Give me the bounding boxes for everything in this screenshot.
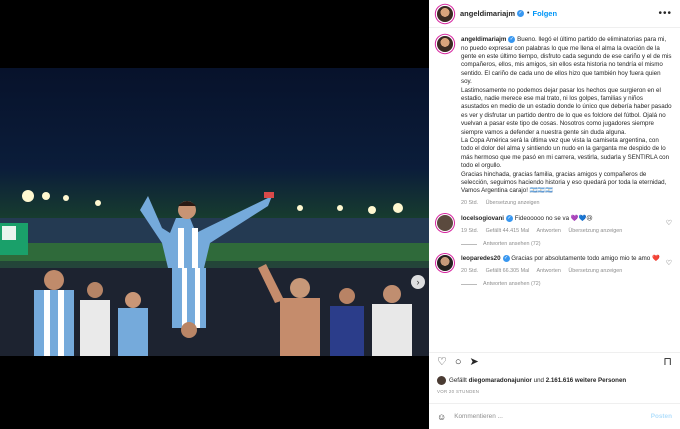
- post-photo[interactable]: ›: [0, 68, 429, 356]
- verified-icon: ✓: [508, 36, 516, 43]
- view-replies-button[interactable]: Antworten ansehen (72): [461, 281, 672, 287]
- caption-avatar[interactable]: [437, 36, 453, 52]
- caption-text-1: Bueno. llegó el último partido de elimin…: [461, 36, 672, 86]
- comment-translate-link[interactable]: Übersetzung anzeigen: [568, 228, 622, 234]
- separator-dot: •: [527, 10, 530, 17]
- comment-item: locelsogiovani ✓ Fideooooo no se va 💜💙😢 1…: [437, 215, 672, 235]
- caption-body: angeldimariajm ✓ Bueno. llegó el último p…: [461, 36, 672, 207]
- caption-text-4: Gracias hinchada, gracias familia, graci…: [461, 170, 667, 195]
- liker-username[interactable]: diegomaradonajunior: [469, 377, 532, 384]
- likes-others-link[interactable]: 2.161.616 weitere Personen: [546, 377, 627, 384]
- reply-button[interactable]: Antworten: [537, 268, 561, 274]
- commenter-username[interactable]: locelsogiovani: [461, 215, 504, 222]
- liker-avatar[interactable]: [437, 376, 446, 385]
- view-replies-label: Antworten ansehen (72): [483, 241, 541, 248]
- verified-icon: ✓: [502, 255, 510, 263]
- comments-scroll[interactable]: angeldimariajm ✓ Bueno. llegó el último p…: [429, 28, 680, 352]
- share-icon[interactable]: ➤: [470, 357, 479, 368]
- post-header: angeldimariajm ✓ • Folgen •••: [429, 0, 680, 28]
- comment-text: Gracias por absolutamente todo amigo mio…: [511, 255, 660, 263]
- caption-text-2: Lastimosamente no podemos dejar pasar lo…: [461, 86, 672, 136]
- next-image-button[interactable]: ›: [411, 275, 425, 289]
- follow-button[interactable]: Folgen: [532, 9, 557, 18]
- caption-time: 20 Std.: [461, 199, 479, 206]
- comment-heart-icon[interactable]: ♡: [664, 219, 672, 235]
- comment-meta: 20 Std. Gefällt 66.305 Mal Antworten Übe…: [461, 267, 664, 275]
- view-replies-label: Antworten ansehen (72): [483, 281, 541, 288]
- instagram-post-modal: › angeldimariajm ✓ • Folgen ••• angeldim…: [0, 0, 680, 429]
- commenter-avatar[interactable]: [437, 255, 453, 272]
- verified-icon: ✓: [505, 215, 513, 223]
- celebration-photo: [0, 190, 429, 356]
- ellipsis-icon[interactable]: •••: [658, 8, 672, 19]
- comment-time: 19 Std.: [461, 227, 479, 234]
- comment-meta: 19 Std. Gefällt 44.415 Mal Antworten Übe…: [461, 227, 664, 235]
- add-comment-bar: ☺ Posten: [429, 403, 680, 429]
- comment-item: leoparedes20 ✓ Gracias por absolutamente …: [437, 255, 672, 275]
- caption-text-3: La Copa América será la última vez que v…: [461, 137, 670, 170]
- comment-input[interactable]: [454, 413, 651, 420]
- heart-icon[interactable]: ♡: [437, 357, 447, 368]
- caption-username[interactable]: angeldimariajm: [461, 36, 506, 43]
- comment-likes[interactable]: Gefällt 44.415 Mal: [486, 228, 530, 234]
- caption: angeldimariajm ✓ Bueno. llegó el último p…: [437, 36, 672, 207]
- comment-time: 20 Std.: [461, 267, 479, 274]
- caption-line: angeldimariajm ✓ Bueno. llegó el último p…: [461, 36, 672, 87]
- view-replies-button[interactable]: Antworten ansehen (72): [461, 241, 672, 247]
- chevron-right-icon: ›: [416, 277, 420, 287]
- comment-icon[interactable]: ○: [455, 357, 462, 368]
- comment-body: leoparedes20 ✓ Gracias por absolutamente …: [461, 255, 664, 275]
- comment-translate-link[interactable]: Übersetzung anzeigen: [568, 268, 622, 274]
- author-avatar[interactable]: [437, 5, 453, 22]
- reply-button[interactable]: Antworten: [537, 228, 561, 234]
- commenter-avatar[interactable]: [437, 215, 453, 232]
- post-comment-button[interactable]: Posten: [651, 413, 672, 420]
- emoji-icon[interactable]: ☺: [437, 412, 446, 422]
- likes-summary: Gefällt diegomaradonajunior und 2.161.61…: [437, 376, 672, 385]
- author-username[interactable]: angeldimariajm: [460, 9, 515, 18]
- post-timestamp: VOR 20 STUNDEN: [437, 389, 480, 394]
- bookmark-icon[interactable]: ⊓: [663, 357, 672, 368]
- replies-divider: [461, 283, 477, 285]
- post-actions: ♡ ○ ➤ ⊓: [429, 352, 680, 372]
- caption-meta: 20 Std. Übersetzung anzeigen: [461, 199, 672, 207]
- caption-translate-link[interactable]: Übersetzung anzeigen: [486, 200, 540, 206]
- post-sidebar: angeldimariajm ✓ • Folgen ••• angeldimar…: [429, 0, 680, 429]
- likes-and: und: [533, 377, 544, 384]
- likes-prefix: Gefällt: [449, 377, 467, 384]
- comment-text: Fideooooo no se va 💜💙😢: [514, 215, 593, 223]
- replies-divider: [461, 243, 477, 245]
- commenter-username[interactable]: leoparedes20: [461, 255, 501, 262]
- verified-icon: ✓: [517, 10, 525, 17]
- comment-heart-icon[interactable]: ♡: [664, 259, 672, 275]
- media-area: ›: [0, 0, 429, 429]
- comment-body: locelsogiovani ✓ Fideooooo no se va 💜💙😢 1…: [461, 215, 664, 235]
- comment-likes[interactable]: Gefällt 66.305 Mal: [486, 268, 530, 274]
